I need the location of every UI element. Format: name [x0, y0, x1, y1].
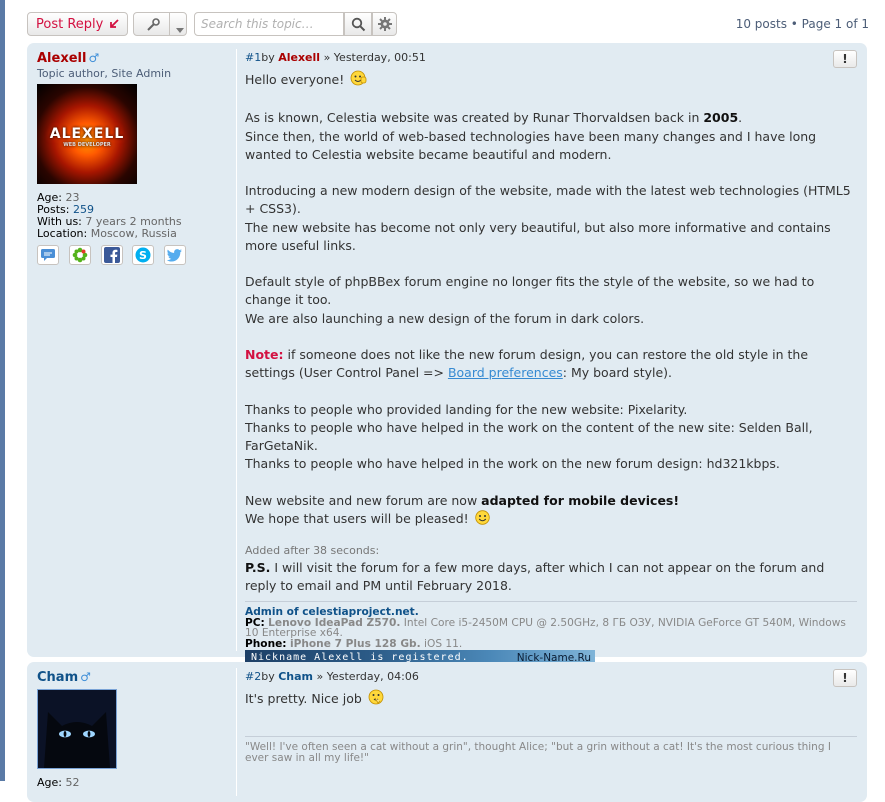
post-meta: #1by Alexell » Yesterday, 00:51 — [245, 51, 426, 64]
pagination-current: 1 — [834, 17, 843, 31]
post-author-link[interactable]: Alexell — [37, 51, 86, 66]
post-body: ! #1by Alexell » Yesterday, 00:51 Hello … — [245, 50, 857, 667]
post-text: As is known, Celestia website was create… — [245, 110, 743, 126]
pagination-of: of — [842, 17, 862, 31]
post-content-ps: P.S. I will visit the forum for a few mo… — [245, 559, 825, 594]
note-label: Note: — [245, 346, 284, 362]
post-profile: Cham ♂ Age: 52 — [37, 670, 227, 789]
advanced-search-button[interactable] — [372, 12, 397, 36]
post-author-link[interactable]: Cham — [37, 670, 78, 685]
reply-arrow-icon — [108, 18, 120, 33]
age-value: 52 — [65, 776, 80, 789]
post-meta-author-link[interactable]: Cham — [278, 670, 313, 683]
user-rank: Topic author, Site Admin — [37, 67, 172, 80]
post-text: Thanks to people who provided landing fo… — [245, 401, 688, 417]
post-text: Default style of phpBBex forum engine no… — [245, 274, 815, 308]
post-content: Hello everyone! As is known, Celestia we… — [245, 70, 857, 530]
smile-icon — [474, 510, 490, 530]
post-meta-author-link[interactable]: Alexell — [278, 51, 320, 64]
cat-avatar-image — [38, 690, 116, 768]
post-reply-label: Post Reply — [36, 17, 104, 32]
contact-icons: S — [37, 245, 227, 269]
report-post-button[interactable]: ! — [833, 669, 857, 687]
post-text: Thanks to people who have helped in the … — [245, 456, 780, 472]
post-1: Alexell ♂ Topic author, Site Admin ALEXEL… — [27, 43, 867, 667]
avatar-logo: ALEXELL WEB DEVELOPER — [49, 126, 125, 148]
clap-smiley-icon — [368, 689, 384, 710]
avatar[interactable] — [37, 689, 117, 769]
male-icon: ♂ — [80, 670, 91, 684]
board-preferences-link[interactable]: Board preferences — [448, 365, 563, 380]
post-content: It's pretty. Nice job — [245, 689, 857, 710]
svg-text:S: S — [140, 249, 148, 262]
post-date: » Yesterday, 04:06 — [316, 670, 419, 683]
topic-tools-button[interactable] — [133, 12, 187, 36]
post-text: Hello everyone! — [245, 70, 857, 91]
signature: "Well! I've often seen a cat without a g… — [245, 736, 857, 764]
avatar[interactable]: ALEXELL WEB DEVELOPER — [37, 84, 137, 184]
wave-smiley-icon — [350, 70, 367, 91]
post-text: Since then, the world of web-based techn… — [245, 128, 817, 162]
pagination-total: 1 — [861, 17, 869, 31]
pagination-text: 10 posts • Page — [735, 17, 835, 31]
twitter-icon[interactable] — [164, 245, 187, 265]
facebook-icon[interactable] — [100, 245, 123, 265]
post-text: Note: if someone does not like the new f… — [245, 346, 809, 381]
merged-post-note: Added after 38 seconds: — [245, 543, 380, 557]
post-number-link[interactable]: #2 — [245, 670, 261, 683]
page-left-border — [0, 0, 5, 781]
post-text: The new website has become not only very… — [245, 219, 831, 253]
gear-icon — [378, 17, 392, 34]
search-topic-input[interactable] — [194, 12, 344, 36]
post-meta: #2by Cham » Yesterday, 04:06 — [245, 670, 419, 683]
post-date: » Yesterday, 00:51 — [323, 51, 426, 64]
post-text: We hope that users will be pleased! — [245, 510, 857, 530]
search-button[interactable] — [344, 12, 372, 36]
post-reply-button[interactable]: Post Reply — [27, 12, 128, 36]
icq-icon[interactable] — [68, 245, 91, 265]
profile-details: Age: 23 Posts: 259 With us: 7 years 2 mo… — [37, 191, 182, 240]
ps-label: P.S. — [245, 559, 271, 575]
pagination: 10 posts • Page 1 of 1 — [736, 17, 869, 31]
post-number-link[interactable]: #1 — [245, 51, 261, 64]
toolbar-separator — [169, 13, 170, 35]
post-column-divider — [236, 49, 237, 651]
topic-toolbar: Post Reply 10 posts • Page 1 of 1 — [27, 12, 869, 38]
post-text: We are also launching a new design of th… — [245, 310, 645, 326]
post-text: Thanks to people who have helped in the … — [245, 419, 813, 453]
wrench-icon — [145, 17, 161, 36]
report-post-button[interactable]: ! — [833, 50, 857, 68]
male-icon: ♂ — [88, 51, 100, 65]
post-text: Introducing a new modern design of the w… — [245, 183, 851, 217]
pm-icon[interactable] — [37, 245, 59, 265]
signature: Admin of celestiaproject.net. PC: Lenovo… — [245, 601, 857, 667]
location-value: Moscow, Russia — [90, 227, 177, 240]
chevron-down-icon — [176, 22, 184, 36]
profile-details: Age: 52 — [37, 776, 80, 789]
post-2: Cham ♂ Age: 52 ! #2by Cham » Yesterday, 0… — [27, 662, 867, 802]
post-column-divider — [236, 668, 237, 796]
post-text: New website and new forum are now adapte… — [245, 492, 680, 508]
post-profile: Alexell ♂ Topic author, Site Admin ALEXEL… — [37, 51, 227, 269]
post-body: ! #2by Cham » Yesterday, 04:06 It's pret… — [245, 669, 857, 764]
search-icon — [351, 17, 366, 35]
skype-icon[interactable]: S — [132, 245, 155, 265]
